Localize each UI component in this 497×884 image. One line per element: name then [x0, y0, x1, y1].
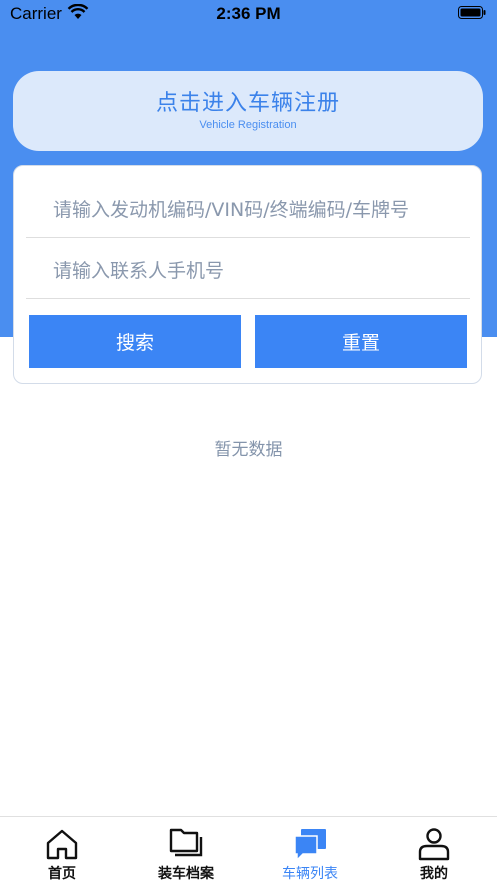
folder-icon: [169, 828, 203, 857]
reset-button[interactable]: 重置: [255, 315, 467, 368]
registration-title: 点击进入车辆注册: [155, 91, 340, 116]
vehicle-code-input[interactable]: [26, 182, 470, 238]
home-icon: [46, 829, 78, 860]
vehicle-registration-button[interactable]: 点击进入车辆注册 Vehicle Registration: [13, 71, 483, 151]
person-icon: [418, 828, 450, 861]
tab-mine-label: 我的: [420, 866, 448, 882]
status-time: 2:36 PM: [216, 4, 281, 23]
tab-loading-archive-label: 装车档案: [158, 866, 214, 882]
contact-phone-input[interactable]: [26, 243, 470, 299]
registration-subtitle: Vehicle Registration: [199, 119, 297, 131]
tab-home[interactable]: 首页: [0, 817, 124, 884]
tab-vehicle-list-label: 车辆列表: [282, 866, 338, 882]
battery-icon: [458, 6, 486, 19]
empty-state-text: 暂无数据: [214, 440, 283, 460]
tab-home-label: 首页: [48, 866, 76, 882]
search-card: 搜索 重置: [13, 165, 482, 384]
chat-icon: [294, 829, 326, 861]
tab-vehicle-list[interactable]: 车辆列表: [248, 817, 372, 884]
tab-mine[interactable]: 我的: [372, 817, 496, 884]
search-button[interactable]: 搜索: [29, 315, 241, 368]
tab-bar: 首页 装车档案 车辆列表 我的: [0, 816, 497, 884]
tab-loading-archive[interactable]: 装车档案: [124, 817, 248, 884]
status-bar: Carrier 2:36 PM: [0, 0, 497, 30]
